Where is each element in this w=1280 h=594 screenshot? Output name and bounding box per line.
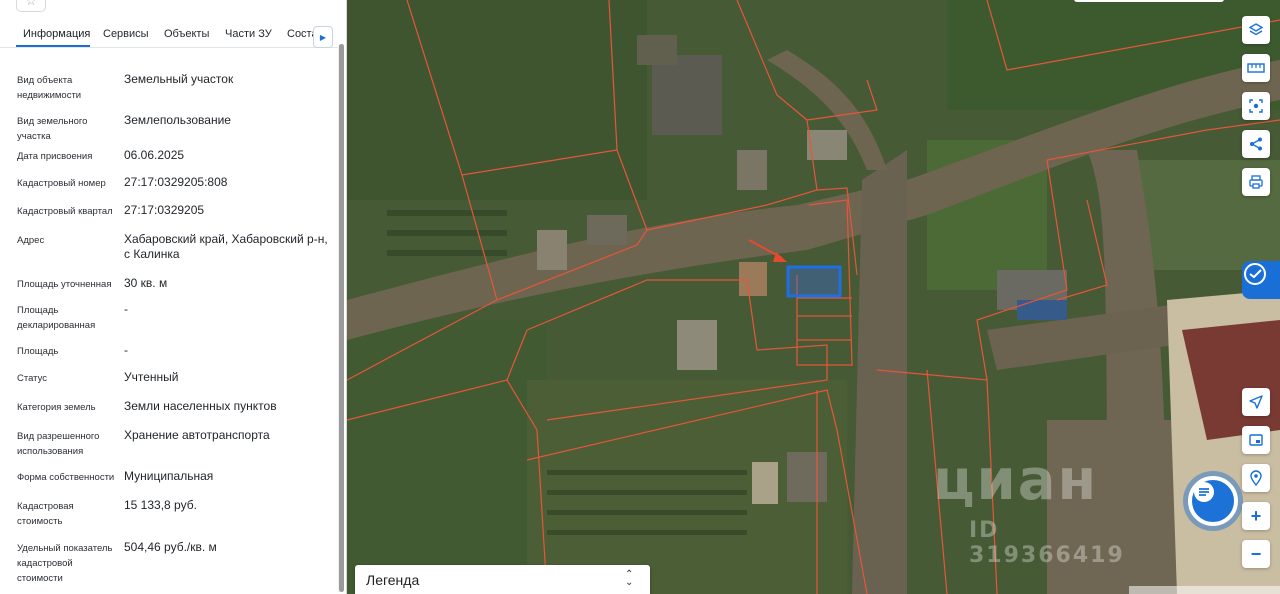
locate-icon xyxy=(1249,395,1263,409)
share-icon xyxy=(1250,137,1262,151)
info-panel: ☆ Информация Сервисы Объекты Части ЗУ Со… xyxy=(0,0,347,594)
chat-button[interactable] xyxy=(1188,476,1238,526)
property-value: 15 133,8 руб. xyxy=(124,498,197,512)
property-label: Площадь декларированная xyxy=(17,305,96,331)
active-tab-indicator xyxy=(16,45,90,47)
tab-objects[interactable]: Объекты xyxy=(164,28,209,40)
property-label: Категория земель xyxy=(17,402,96,413)
property-label: Площадь уточненная xyxy=(17,279,112,290)
panel-scrollbar-thumb[interactable] xyxy=(339,44,344,592)
legend-dropdown[interactable]: Легенда ⌃ ⌄ xyxy=(355,565,650,594)
top-toolbar-edge xyxy=(1074,0,1224,2)
watermark: циан ID 319366419 xyxy=(933,448,1163,568)
favorite-button[interactable]: ☆ xyxy=(16,0,46,12)
minus-icon: − xyxy=(1250,544,1262,564)
chat-icon xyxy=(1194,482,1214,502)
zoom-out-button[interactable]: − xyxy=(1242,540,1270,568)
property-label: Адрес xyxy=(17,235,45,246)
property-value: - xyxy=(124,343,128,357)
chevron-up-down-icon: ⌃ ⌄ xyxy=(625,569,634,588)
pin-icon xyxy=(1250,470,1262,486)
tabs-scroll-right-button[interactable]: ▶ xyxy=(313,26,333,48)
property-value: Земли населенных пунктов xyxy=(124,399,277,413)
plus-icon: + xyxy=(1250,506,1262,526)
watermark-id: ID 319366419 xyxy=(969,518,1125,568)
legend-label: Легенда xyxy=(366,572,420,588)
zoom-in-button[interactable]: + xyxy=(1242,502,1270,530)
property-label: Удельный показатель кадастровой стоимост… xyxy=(17,543,113,584)
pin-button[interactable] xyxy=(1242,464,1270,492)
check-shield-icon xyxy=(1244,263,1266,285)
select-area-icon xyxy=(1249,99,1263,113)
property-value: 27:17:0329205:808 xyxy=(124,175,228,189)
minimap-button[interactable] xyxy=(1242,426,1270,454)
locate-button[interactable] xyxy=(1242,388,1270,416)
layers-button[interactable] xyxy=(1242,16,1270,44)
property-value: Земельный участок xyxy=(124,72,234,86)
property-label: Кадастровая стоимость xyxy=(17,501,74,527)
map-attribution xyxy=(1129,586,1280,594)
listing-badge-button[interactable] xyxy=(1242,261,1280,299)
property-label: Статус xyxy=(17,373,48,384)
property-value: Муниципальная xyxy=(124,469,214,483)
property-value: Учтенный xyxy=(124,370,179,384)
select-area-button[interactable] xyxy=(1242,92,1270,120)
tab-bar: Информация Сервисы Объекты Части ЗУ Сост… xyxy=(0,22,338,48)
print-button[interactable] xyxy=(1242,168,1270,196)
ruler-icon xyxy=(1247,63,1265,73)
property-label: Кадастровый номер xyxy=(17,178,106,189)
print-icon xyxy=(1249,175,1263,189)
watermark-logo: циан xyxy=(933,448,1099,513)
star-icon: ☆ xyxy=(25,0,37,8)
property-label: Площадь xyxy=(17,346,59,357)
property-label: Вид разрешенного использования xyxy=(17,431,100,457)
tab-info[interactable]: Информация xyxy=(23,28,90,40)
tab-services[interactable]: Сервисы xyxy=(103,28,149,40)
property-value: 06.06.2025 xyxy=(124,148,185,162)
property-value: Хранение автотранспорта xyxy=(124,428,270,442)
property-value: 27:17:0329205 xyxy=(124,203,205,217)
property-label: Дата присвоения xyxy=(17,151,93,162)
share-button[interactable] xyxy=(1242,130,1270,158)
property-label: Вид земельного участка xyxy=(17,116,88,142)
property-value: - xyxy=(124,302,128,316)
ruler-button[interactable] xyxy=(1242,54,1270,82)
satellite-map[interactable]: + − циан ID 319366419 Легенда ⌃ ⌄ xyxy=(347,0,1280,594)
property-value: 504,46 руб./кв. м xyxy=(124,540,217,554)
property-label: Вид объекта недвижимости xyxy=(17,75,82,101)
property-label: Форма собственности xyxy=(17,472,115,483)
property-value: 30 кв. м xyxy=(124,276,168,290)
property-value: Хабаровский край, Хабаровский р-н, с Кал… xyxy=(124,232,328,261)
tab-parts[interactable]: Части ЗУ xyxy=(225,28,272,40)
property-label: Кадастровый квартал xyxy=(17,206,113,217)
property-value: Землепользование xyxy=(124,113,231,127)
chevron-right-icon: ▶ xyxy=(319,32,327,42)
layers-icon xyxy=(1248,23,1264,36)
minimap-icon xyxy=(1249,434,1263,446)
